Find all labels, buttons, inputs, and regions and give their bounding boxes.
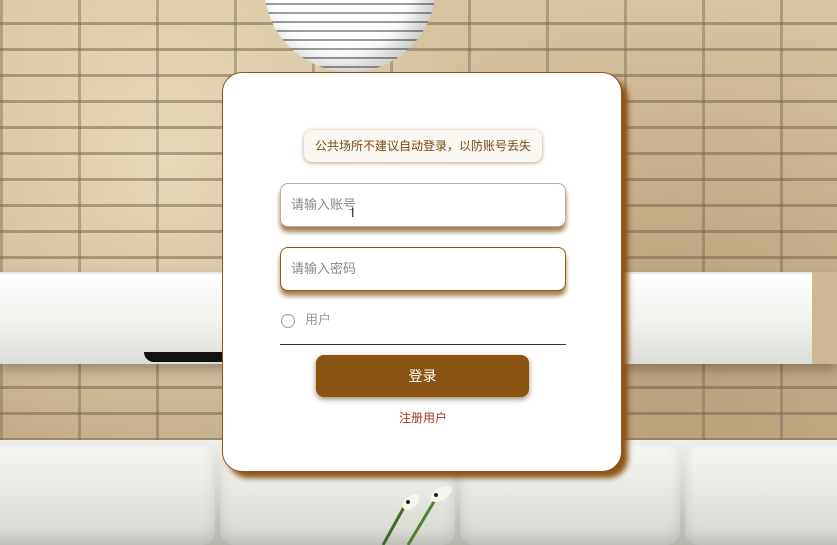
sofa-cushion-far-right [685, 445, 837, 545]
flower-plant [381, 486, 452, 545]
user-role-radio[interactable]: 用户 [280, 309, 566, 345]
login-card: 公共场所不建议自动登录，以防账号丢失 I 用户 登录 注册用户 [222, 72, 622, 472]
password-input[interactable] [291, 248, 565, 290]
account-input[interactable] [291, 184, 565, 226]
register-link[interactable]: 注册用户 [399, 409, 447, 426]
shelf-shadow [144, 352, 234, 362]
shelf-gap [812, 272, 837, 364]
password-field[interactable] [280, 247, 566, 291]
user-role-label: 用户 [305, 313, 332, 328]
login-button[interactable]: 登录 [316, 355, 529, 397]
auto-login-notice: 公共场所不建议自动登录，以防账号丢失 [304, 130, 542, 162]
radio-circle-icon[interactable] [281, 314, 295, 328]
sofa-cushion-left [0, 445, 215, 545]
account-field[interactable] [280, 183, 566, 227]
